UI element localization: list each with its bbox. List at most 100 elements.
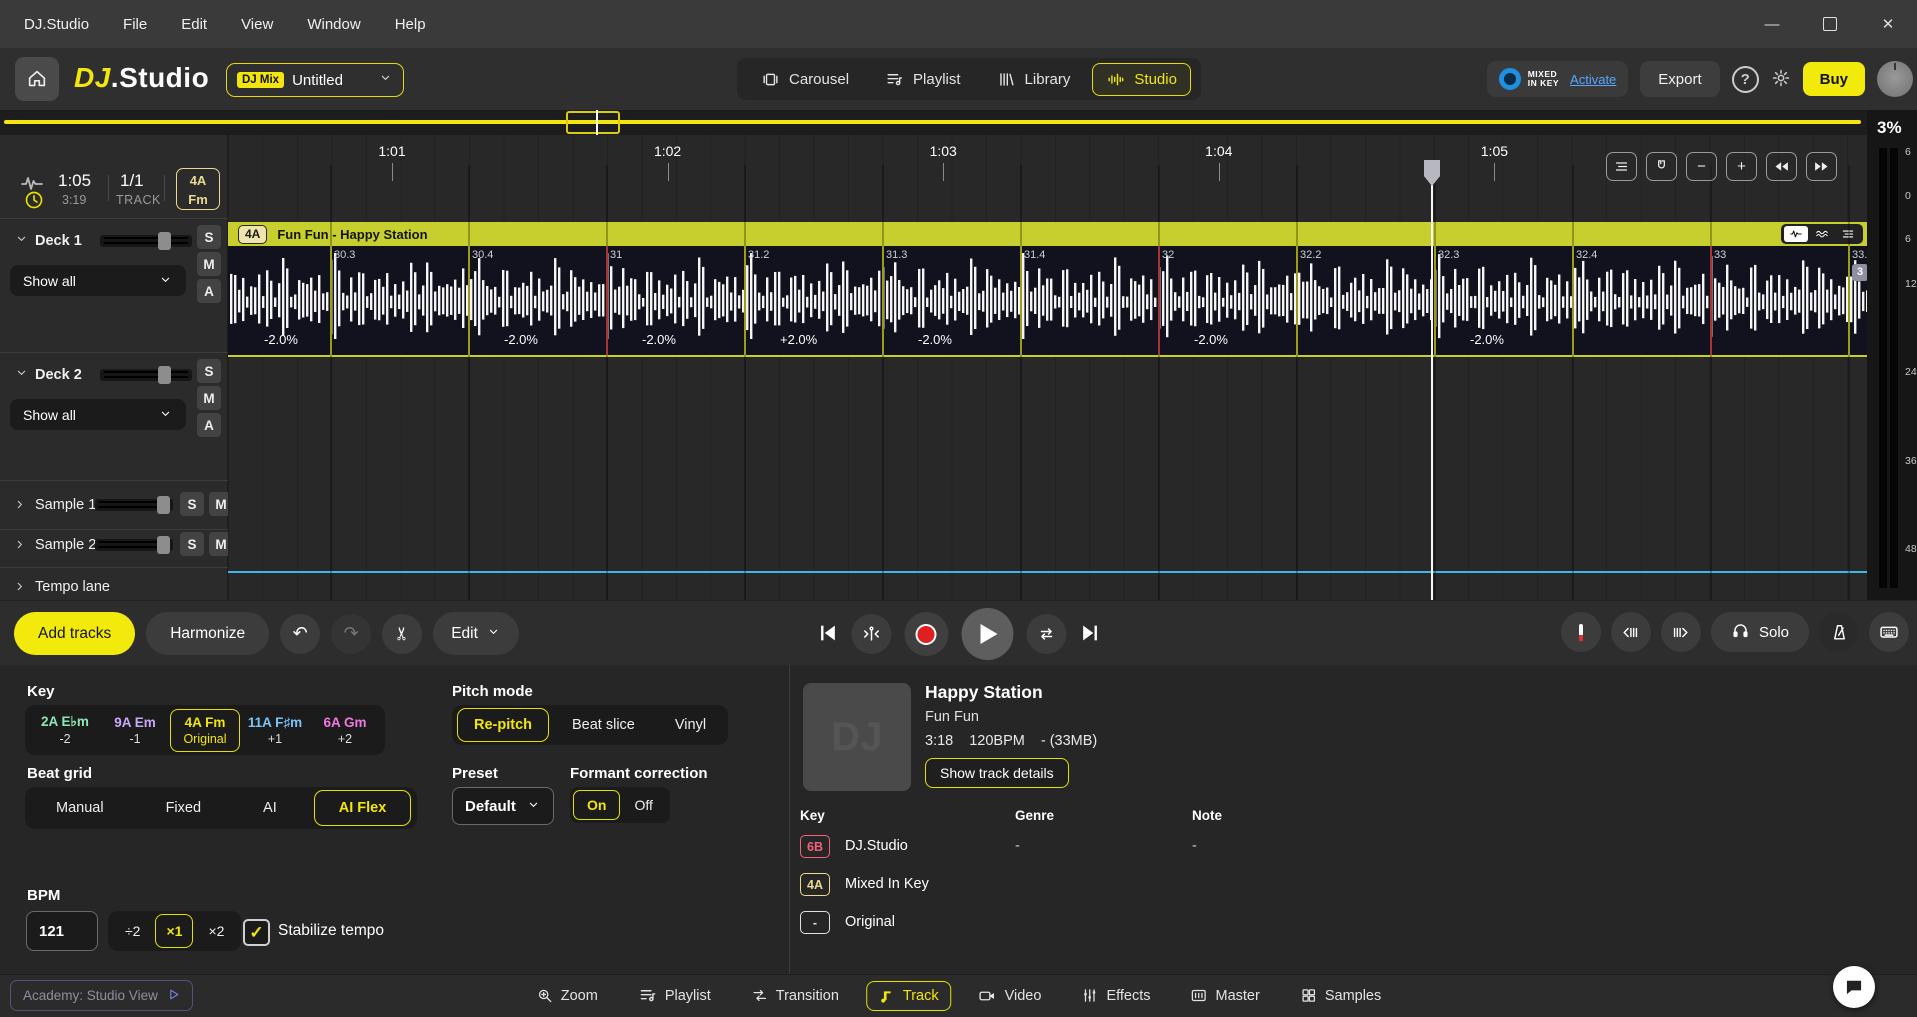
marker-icon[interactable]: [1561, 612, 1601, 652]
bpm-multiplier-×2[interactable]: ×2: [197, 914, 235, 948]
clip-header[interactable]: 4A Fun Fun - Happy Station: [228, 222, 1867, 246]
bottom-tab-video[interactable]: Video: [966, 980, 1055, 1012]
formant-off[interactable]: Off: [620, 790, 666, 820]
timeline-canvas[interactable]: 4A Fun Fun - Happy Station 3 -2.0%30.330…: [228, 135, 1867, 600]
beat-grid-option-fixed[interactable]: Fixed: [141, 790, 226, 826]
bottom-tab-playlist[interactable]: Playlist: [625, 979, 724, 1012]
add-tracks-button[interactable]: Add tracks: [14, 612, 135, 655]
menu-item-file[interactable]: File: [123, 16, 147, 33]
split-at-playhead-icon[interactable]: [851, 614, 891, 654]
sample-2-s-button[interactable]: S: [180, 532, 204, 556]
activate-link[interactable]: Activate: [1570, 72, 1616, 87]
deck-2-s-button[interactable]: S: [197, 359, 221, 383]
deck-2-filter-select[interactable]: Show all: [10, 399, 186, 430]
settings-gear-icon[interactable]: [1771, 68, 1791, 91]
deck-1-filter-select[interactable]: Show all: [10, 265, 186, 296]
pitch-option-re-pitch[interactable]: Re-pitch: [457, 708, 549, 742]
deck-1-s-button[interactable]: S: [197, 225, 221, 249]
zoom-out-icon[interactable]: −: [1686, 152, 1717, 181]
sample-header-2[interactable]: Sample 2: [14, 535, 96, 554]
overview-viewport-box[interactable]: [566, 111, 620, 134]
tab-studio[interactable]: Studio: [1092, 63, 1191, 96]
slider-handle[interactable]: [158, 232, 171, 250]
formant-on[interactable]: On: [573, 790, 620, 820]
waveform-view-icon[interactable]: [1784, 226, 1808, 242]
volume-slider[interactable]: [95, 499, 173, 511]
cue-marker-badge[interactable]: 3: [1852, 264, 1868, 281]
pitch-option-vinyl[interactable]: Vinyl: [658, 708, 723, 742]
skip-to-end-icon[interactable]: [1079, 622, 1101, 647]
overlap-view-icon[interactable]: [1810, 226, 1834, 242]
project-selector[interactable]: DJ Mix Untitled: [226, 63, 404, 97]
bottom-tab-master[interactable]: Master: [1178, 980, 1273, 1011]
zoom-in-icon[interactable]: +: [1726, 152, 1757, 181]
slider-handle[interactable]: [157, 536, 170, 554]
sample-header-1[interactable]: Sample 1: [14, 495, 96, 514]
deck-1-m-button[interactable]: M: [197, 252, 221, 276]
harmonize-button[interactable]: Harmonize: [146, 612, 269, 655]
key-option-6AGm[interactable]: 6A Gm+2: [310, 709, 380, 752]
playhead-handle[interactable]: [1424, 160, 1440, 186]
sample-1-s-button[interactable]: S: [180, 492, 204, 516]
metronome-icon[interactable]: [1819, 612, 1859, 652]
show-track-details-button[interactable]: Show track details: [925, 758, 1069, 788]
edit-menu-button[interactable]: Edit: [433, 612, 519, 655]
slider-handle[interactable]: [158, 366, 171, 384]
tempo-automation-line[interactable]: [228, 571, 1867, 573]
volume-slider[interactable]: [100, 369, 192, 381]
tab-playlist[interactable]: Playlist: [871, 63, 975, 96]
volume-slider[interactable]: [95, 539, 173, 551]
key-option-11AFm[interactable]: 11A F♯m+1: [240, 709, 310, 752]
chat-bubble-icon[interactable]: [1833, 966, 1875, 1008]
avatar[interactable]: [1877, 61, 1913, 97]
beat-grid-option-ai-flex[interactable]: AI Flex: [314, 790, 412, 826]
redo-icon[interactable]: ↷: [331, 614, 371, 654]
bottom-tab-track[interactable]: Track: [866, 981, 952, 1011]
stabilize-tempo-checkbox[interactable]: ✓: [243, 919, 270, 946]
preset-dropdown[interactable]: Default: [452, 787, 554, 825]
master-key-badge[interactable]: 4AFm: [176, 168, 220, 210]
rewind-icon[interactable]: [1766, 152, 1797, 181]
scissors-icon[interactable]: ✂: [382, 614, 422, 654]
snap-magnet-icon[interactable]: [1646, 152, 1677, 181]
track-clip[interactable]: 4A Fun Fun - Happy Station 3 -2.0%30.330…: [228, 222, 1867, 357]
nudge-right-icon[interactable]: [1661, 612, 1701, 652]
keyboard-shortcuts-icon[interactable]: [1869, 612, 1909, 652]
export-button[interactable]: Export: [1640, 61, 1719, 97]
buy-button[interactable]: Buy: [1803, 62, 1865, 96]
pitch-option-beat-slice[interactable]: Beat slice: [555, 708, 652, 742]
key-option-4AFm[interactable]: 4A FmOriginal: [170, 709, 240, 752]
record-button[interactable]: [904, 612, 948, 656]
menu-item-help[interactable]: Help: [395, 16, 426, 33]
beat-grid-option-manual[interactable]: Manual: [31, 790, 129, 826]
tab-carousel[interactable]: Carousel: [747, 63, 863, 96]
key-option-2AEm[interactable]: 2A E♭m-2: [30, 708, 100, 752]
home-button[interactable]: [15, 57, 59, 101]
clip-waveform[interactable]: 3 -2.0%30.330.4-2.0%31-2.0%31.2+2.0%31.3…: [228, 246, 1867, 357]
bottom-tab-samples[interactable]: Samples: [1287, 980, 1394, 1011]
play-button[interactable]: [961, 608, 1013, 660]
bottom-tab-transition[interactable]: Transition: [738, 980, 852, 1011]
undo-icon[interactable]: ↶: [280, 614, 320, 654]
skip-to-start-icon[interactable]: [816, 622, 838, 647]
fast-forward-icon[interactable]: [1806, 152, 1837, 181]
menu-item-view[interactable]: View: [241, 16, 273, 33]
tempo-lane-header[interactable]: Tempo lane: [14, 577, 110, 596]
beat-grid-option-ai[interactable]: AI: [238, 790, 302, 826]
bpm-input[interactable]: [26, 911, 98, 951]
academy-button[interactable]: Academy: Studio View: [10, 980, 193, 1011]
bpm-multiplier-÷2[interactable]: ÷2: [114, 914, 151, 948]
nudge-left-icon[interactable]: [1611, 612, 1651, 652]
deck-header-2[interactable]: Deck 2: [14, 365, 82, 384]
mix-overview-strip[interactable]: [0, 110, 1867, 135]
minimize-icon[interactable]: —: [1743, 0, 1801, 48]
key-option-9AEm[interactable]: 9A Em-1: [100, 709, 170, 752]
deck-2-m-button[interactable]: M: [197, 386, 221, 410]
bottom-tab-zoom[interactable]: Zoom: [523, 980, 611, 1011]
menu-item-window[interactable]: Window: [307, 16, 360, 33]
bpm-multiplier-×1[interactable]: ×1: [155, 914, 193, 948]
menu-item-djstudio[interactable]: DJ.Studio: [24, 16, 89, 33]
slider-handle[interactable]: [157, 496, 170, 514]
volume-slider[interactable]: [100, 235, 192, 247]
deck-1-a-button[interactable]: A: [197, 279, 221, 303]
